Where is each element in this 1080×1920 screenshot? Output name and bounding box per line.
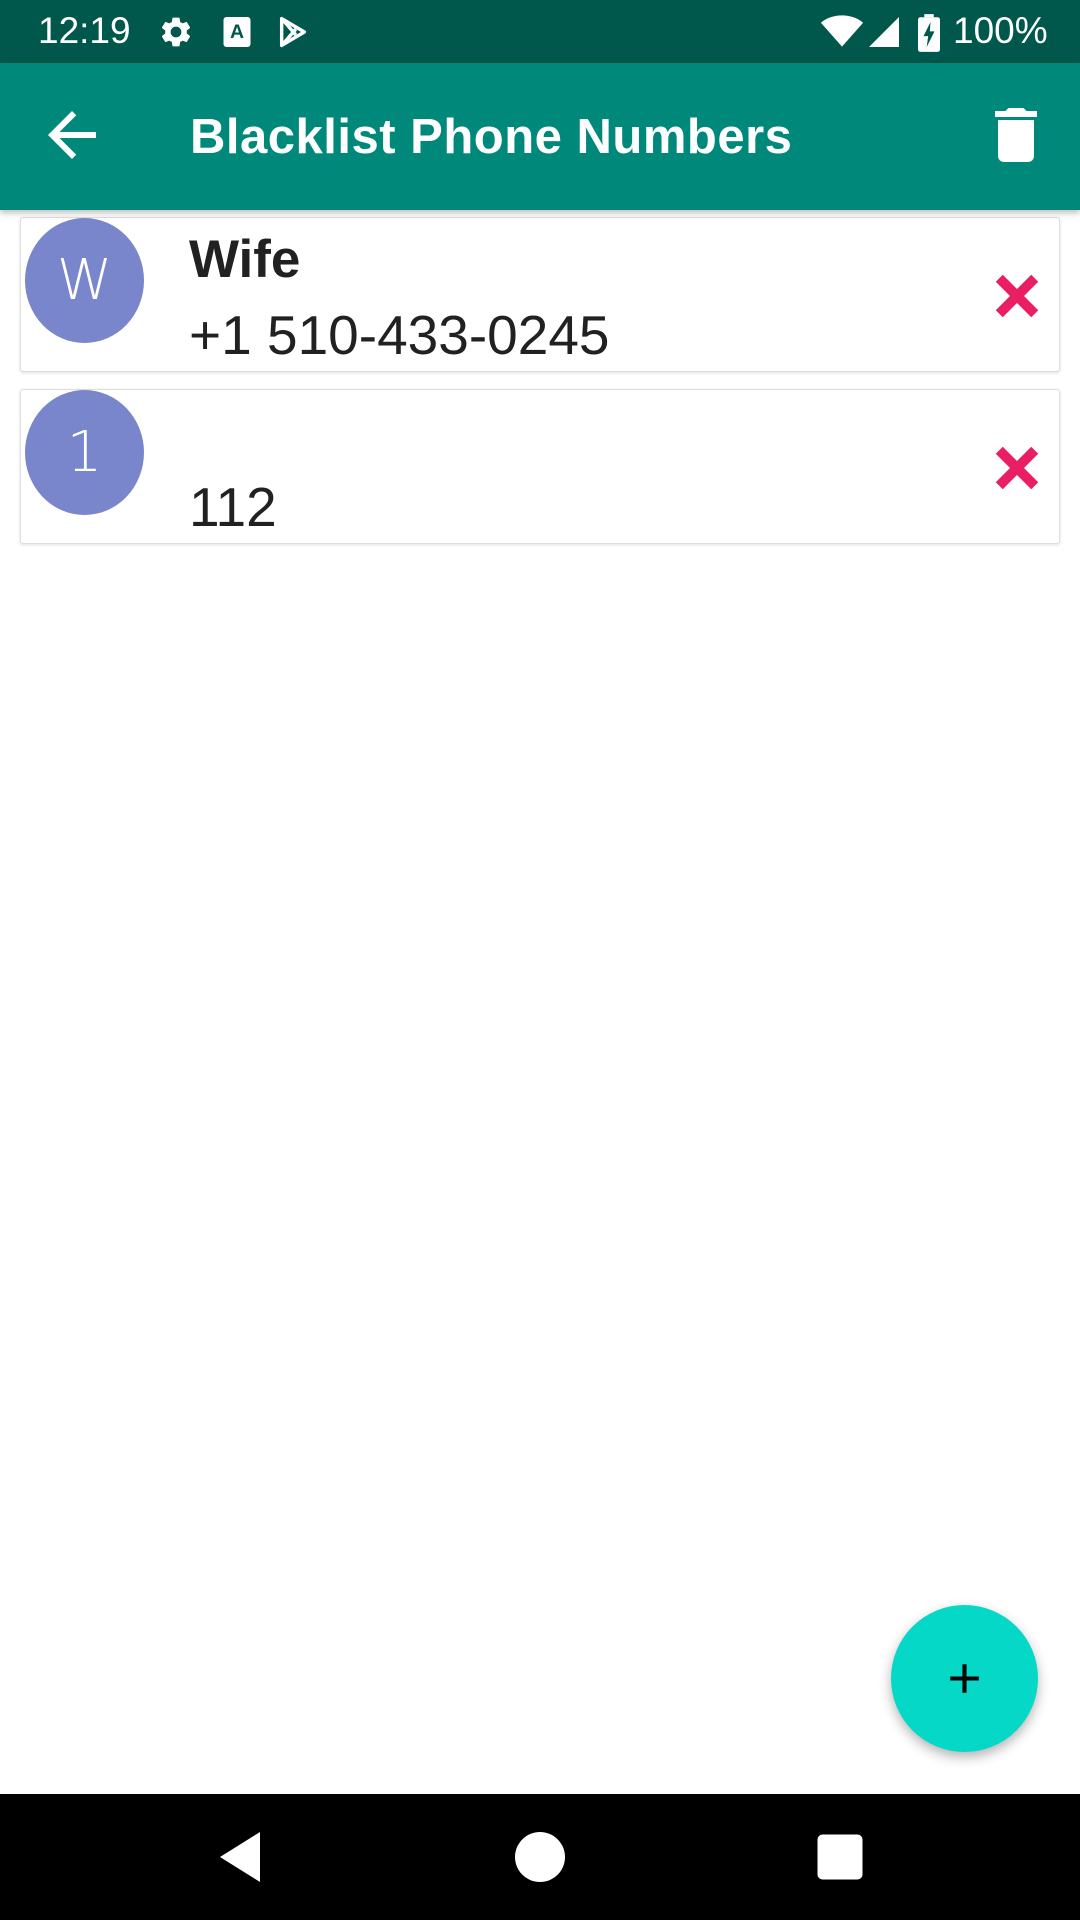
battery-percent: 100% — [953, 10, 1048, 51]
add-number-button[interactable] — [891, 1605, 1038, 1752]
back-button[interactable] — [36, 99, 108, 171]
font-a-icon: A — [223, 17, 251, 47]
list-item[interactable]: W Wife +1 510-433-0245 — [20, 217, 1060, 372]
trash-icon — [995, 108, 1037, 162]
list-item[interactable]: 1 112 — [20, 389, 1060, 544]
recents-square-icon — [817, 1834, 863, 1880]
avatar: W — [25, 218, 144, 343]
nav-recents-button[interactable] — [810, 1827, 870, 1887]
remove-button[interactable] — [987, 266, 1047, 326]
wifi-icon — [820, 15, 864, 47]
navigation-bar — [0, 1794, 1080, 1920]
close-icon — [995, 274, 1039, 318]
nav-home-button[interactable] — [510, 1827, 570, 1887]
settings-icon — [161, 17, 191, 47]
contact-number: 112 — [189, 476, 277, 538]
status-bar: 12:19 A 100% — [0, 0, 1080, 63]
app-bar: Blacklist Phone Numbers — [0, 63, 1080, 210]
delete-all-button[interactable] — [980, 99, 1052, 171]
signal-icon — [869, 17, 899, 47]
contact-number: +1 510-433-0245 — [189, 304, 610, 366]
back-triangle-icon — [220, 1832, 260, 1882]
status-time: 12:19 — [38, 10, 131, 51]
remove-button[interactable] — [987, 438, 1047, 498]
page-title: Blacklist Phone Numbers — [190, 110, 793, 164]
play-store-icon — [279, 16, 307, 48]
plus-icon — [950, 1664, 979, 1693]
contact-name: Wife — [189, 230, 301, 289]
home-circle-icon — [515, 1832, 565, 1882]
nav-back-button[interactable] — [210, 1827, 270, 1887]
svg-text:A: A — [230, 21, 244, 43]
close-icon — [995, 446, 1039, 490]
battery-charging-icon — [918, 14, 940, 52]
avatar: 1 — [25, 390, 144, 515]
arrow-back-icon — [48, 111, 96, 159]
